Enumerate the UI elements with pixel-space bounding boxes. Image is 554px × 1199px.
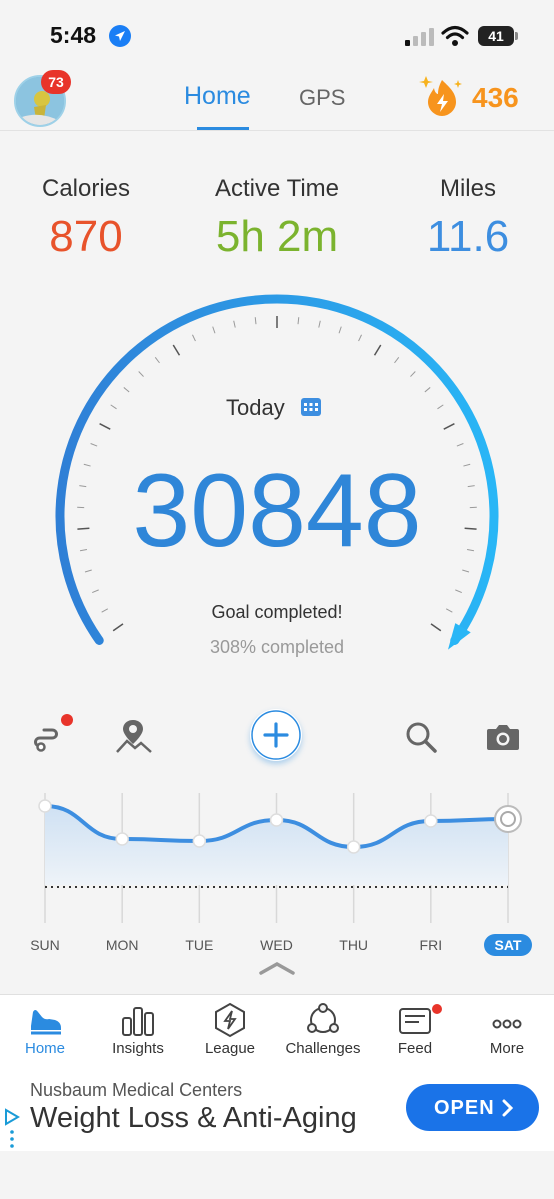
gauge-tick	[212, 326, 216, 334]
gauge-tick	[455, 589, 462, 593]
gauge-tick	[443, 422, 455, 430]
gauge-tick	[338, 326, 342, 334]
gauge-tick	[456, 443, 464, 447]
nav-home-label: Home	[24, 1040, 65, 1057]
calendar-icon[interactable]	[300, 396, 322, 418]
feed-icon	[399, 1008, 431, 1034]
tab-home[interactable]: Home	[184, 82, 251, 111]
gauge-tick	[424, 387, 431, 393]
day-point	[346, 840, 361, 854]
active-time-label: Active Time	[214, 175, 340, 202]
tab-gps[interactable]: GPS	[299, 85, 345, 111]
day-label-mon[interactable]: MON	[97, 937, 147, 953]
gauge-tick	[373, 344, 382, 356]
top-header	[0, 60, 554, 131]
gauge-tick	[318, 320, 321, 328]
day-point	[115, 832, 129, 846]
day-point	[269, 813, 284, 827]
gauge-tick	[358, 334, 362, 342]
hexagon-bolt-icon	[215, 1002, 245, 1038]
nav-feed-label: Feed	[397, 1040, 433, 1057]
goal-percent: 308% completed	[209, 637, 345, 657]
battery-level: 41	[478, 26, 514, 46]
coins-value: 436	[472, 82, 519, 113]
day-point	[192, 834, 207, 848]
ad-choices-icon[interactable]	[4, 1108, 20, 1150]
gauge-tick	[92, 589, 99, 593]
gauge-tick	[112, 623, 124, 632]
gauge-tick	[394, 357, 400, 364]
gauge-tick	[297, 317, 300, 325]
day-label-sun[interactable]: SUN	[20, 937, 70, 953]
flame-bolt-icon[interactable]	[418, 72, 466, 120]
chevron-right-icon	[502, 1099, 514, 1117]
bar-chart-icon	[122, 1007, 154, 1036]
ad-headline: Weight Loss & Anti-Aging	[30, 1102, 357, 1134]
day-point	[38, 799, 52, 813]
gauge-tick	[138, 371, 144, 377]
gauge-tick	[172, 344, 181, 356]
status-time: 5:48	[50, 22, 97, 48]
calories-label: Calories	[41, 175, 131, 202]
nav-league-label: League	[204, 1040, 256, 1057]
add-activity-button[interactable]	[250, 709, 302, 761]
day-label-sat[interactable]: SAT	[484, 934, 532, 956]
weekly-steps-chart	[38, 793, 522, 923]
active-tab-indicator	[197, 127, 249, 130]
plus-icon	[251, 710, 301, 760]
route-icon[interactable]	[32, 720, 66, 754]
nav-more-label: More	[489, 1040, 525, 1057]
day-label-fri[interactable]: FRI	[406, 937, 456, 953]
cell-signal-icon	[405, 28, 434, 46]
gauge-tick	[192, 334, 196, 342]
day-label-wed[interactable]: WED	[252, 937, 302, 953]
day-label-tue[interactable]: TUE	[174, 937, 224, 953]
battery-icon	[515, 32, 518, 40]
ad-advertiser: Nusbaum Medical Centers	[30, 1080, 243, 1100]
nav-challenges-label: Challenges	[285, 1040, 361, 1057]
day-label-thu[interactable]: THU	[329, 937, 379, 953]
gauge-tick	[90, 443, 98, 447]
gauge-tick	[437, 404, 444, 410]
miles-value: 11.6	[426, 212, 510, 261]
nav-insights-label: Insights	[112, 1040, 164, 1057]
feed-notification-dot	[432, 1004, 442, 1014]
wifi-icon	[441, 25, 469, 46]
people-circle-icon	[307, 1003, 339, 1033]
gauge-tick	[410, 371, 416, 377]
notification-badge: 73	[41, 70, 71, 94]
gauge-tick	[123, 387, 130, 393]
today-label[interactable]: Today	[226, 395, 285, 421]
gauge-tick	[154, 357, 160, 364]
ad-open-button[interactable]: OPEN	[406, 1084, 539, 1131]
day-point	[424, 814, 438, 828]
calories-value: 870	[49, 212, 123, 261]
route-notification-dot	[61, 714, 73, 726]
gauge-tick	[110, 404, 117, 410]
goal-status: Goal completed!	[211, 602, 343, 622]
dots-icon	[492, 1019, 522, 1029]
day-point	[500, 811, 516, 827]
gauge-tick	[430, 623, 442, 632]
chevron-up-icon[interactable]	[258, 960, 296, 976]
shoe-icon	[31, 1010, 61, 1035]
gauge-tick	[99, 422, 111, 430]
miles-label: Miles	[439, 175, 496, 202]
active-time-value: 5h 2m	[215, 212, 339, 261]
gauge-tick	[254, 317, 257, 325]
ad-open-label: OPEN	[434, 1097, 495, 1119]
map-pin-icon[interactable]	[113, 716, 153, 756]
steps-count: 30848	[132, 453, 422, 569]
gauge-tick	[233, 320, 236, 328]
camera-icon[interactable]	[486, 723, 520, 751]
location-arrow-icon	[109, 25, 131, 47]
bottom-safe-area	[0, 1151, 554, 1199]
search-icon[interactable]	[404, 720, 438, 754]
